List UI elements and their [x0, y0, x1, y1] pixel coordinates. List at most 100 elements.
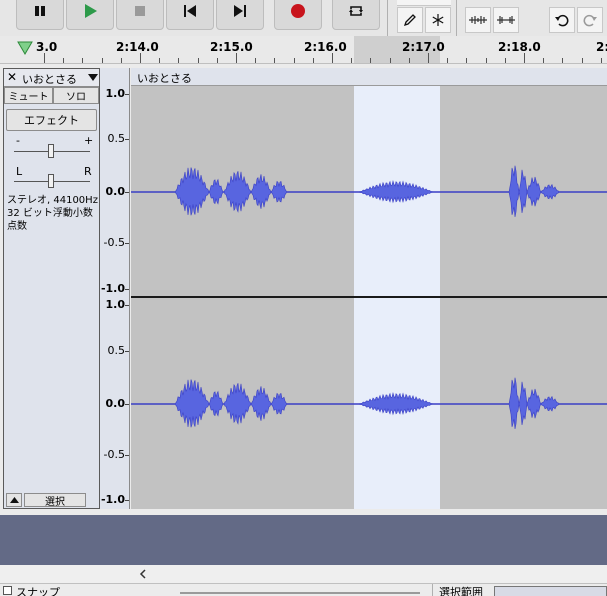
amplitude-label: -1.0: [100, 493, 125, 506]
timeline-tick: [294, 58, 295, 63]
amplitude-tick: [125, 500, 129, 501]
multi-tool-icon: [432, 14, 444, 26]
amplitude-label: -0.5: [103, 236, 125, 249]
undo-icon: [555, 14, 569, 27]
solo-button[interactable]: ソロ: [53, 87, 99, 104]
amplitude-label: 1.0: [105, 87, 126, 100]
selection-label: 選択範囲: [439, 586, 483, 596]
stop-button[interactable]: [116, 0, 164, 30]
silence-audio-button[interactable]: [493, 7, 519, 33]
play-button[interactable]: [66, 0, 114, 30]
snap-label: スナップ: [16, 586, 60, 596]
collapse-up-icon: [9, 497, 19, 503]
timeline-tick: [63, 58, 64, 63]
timeline-tick: [44, 53, 45, 63]
skip-to-start-button[interactable]: [166, 0, 214, 30]
timeline-tick: [543, 58, 544, 63]
timeline-tick: [140, 53, 141, 63]
timeline-ruler[interactable]: 3.0 2:14.0 2:15.0 2:16.0 2:17.0 2:18.0 2:: [0, 36, 607, 64]
timeline-tick: [178, 58, 179, 63]
pencil-icon: [403, 14, 416, 27]
silence-icon: [497, 16, 515, 24]
timeline-label: 2:18.0: [498, 40, 541, 54]
undo-button[interactable]: [549, 7, 575, 33]
timeline-tick: [217, 58, 218, 63]
timeline-tick: [486, 58, 487, 63]
gain-slider-handle[interactable]: [48, 144, 54, 158]
timeline-tick: [121, 58, 122, 63]
track-name[interactable]: いおとさる: [22, 71, 77, 87]
pause-icon: [35, 6, 45, 16]
record-button[interactable]: [274, 0, 322, 30]
timeline-label: 2:17.0: [402, 40, 445, 54]
snap-checkbox[interactable]: [3, 586, 12, 595]
timeline-tick: [332, 53, 333, 63]
trim-audio-button[interactable]: [465, 7, 491, 33]
loop-button[interactable]: [332, 0, 380, 30]
amplitude-tick: [125, 305, 129, 306]
timeline-tick: [198, 58, 199, 63]
timeline-tick: [582, 58, 583, 63]
mute-button[interactable]: ミュート: [4, 87, 53, 104]
loop-icon: [349, 6, 363, 16]
skip-to-end-button[interactable]: [216, 0, 264, 30]
selection-toolbar: スナップ 選択範囲: [0, 583, 607, 596]
timeline-label: 2:14.0: [116, 40, 159, 54]
waveform-area[interactable]: いおとさる: [131, 68, 607, 509]
amplitude-tick: [125, 139, 129, 140]
timeline-tick: [601, 58, 602, 63]
horizontal-scrollbar[interactable]: [0, 565, 607, 583]
record-icon: [291, 4, 305, 18]
play-head-triangle-icon[interactable]: [17, 41, 33, 55]
timeline-tick: [236, 53, 237, 63]
selection-start-field[interactable]: [494, 586, 607, 596]
timeline-label: 2:15.0: [210, 40, 253, 54]
audio-track: ✕ いおとさる ミュート ソロ エフェクト - + L R ステレオ, 4410…: [0, 68, 607, 512]
collapse-track-button[interactable]: [6, 493, 22, 507]
timeline-tick: [428, 53, 429, 63]
draw-tool-button[interactable]: [397, 7, 423, 33]
pan-slider-handle[interactable]: [48, 174, 54, 188]
timeline-tick: [505, 58, 506, 63]
track-close-icon[interactable]: ✕: [7, 70, 17, 84]
track-control-panel: ✕ いおとさる ミュート ソロ エフェクト - + L R ステレオ, 4410…: [3, 68, 100, 509]
amplitude-tick: [125, 404, 129, 405]
pause-button[interactable]: [16, 0, 64, 30]
timeline-tick: [524, 53, 525, 63]
timeline-tick: [390, 58, 391, 63]
skip-end-icon: [234, 5, 246, 17]
skip-start-icon: [184, 5, 196, 17]
timeline-label: 2:: [596, 40, 607, 54]
amplitude-label: 1.0: [105, 298, 126, 311]
track-format-rate: ステレオ, 44100Hz: [7, 195, 98, 206]
effects-button[interactable]: エフェクト: [6, 109, 97, 131]
snap-combo-edge[interactable]: [180, 592, 420, 594]
gain-plus-label: +: [84, 134, 94, 147]
empty-track-area[interactable]: [0, 515, 607, 565]
timeline-tick: [447, 58, 448, 63]
multi-tool-button[interactable]: [425, 7, 451, 33]
waveform-svg: [131, 165, 607, 430]
scroll-left-arrow-icon[interactable]: [139, 569, 147, 579]
timeline-label: 2:16.0: [304, 40, 347, 54]
timeline-tick: [159, 58, 160, 63]
transport-toolbar: [0, 0, 607, 36]
redo-button[interactable]: [577, 7, 603, 33]
amplitude-tick: [125, 351, 129, 352]
amplitude-label: 0.5: [107, 132, 126, 145]
gain-minus-label: -: [16, 134, 20, 147]
track-format-bits: 32 ビット浮動小数点数: [7, 208, 93, 232]
amplitude-tick: [125, 243, 129, 244]
amplitude-label: 0.5: [107, 344, 126, 357]
amplitude-tick: [125, 94, 129, 95]
track-menu-icon[interactable]: [88, 74, 98, 81]
amplitude-ruler: 1.0 0.5 0.0 -0.5 -1.0 1.0 0.5 0.0 -0.5 -1.0: [100, 68, 130, 509]
select-track-button[interactable]: 選択: [24, 493, 86, 508]
amplitude-tick: [125, 289, 129, 290]
stop-icon: [135, 6, 145, 16]
redo-icon: [583, 14, 597, 27]
pan-right-label: R: [84, 165, 92, 178]
track-format-info: ステレオ, 44100Hz 32 ビット浮動小数点数: [7, 194, 99, 233]
pan-left-label: L: [16, 165, 23, 178]
timeline-tick: [370, 58, 371, 63]
